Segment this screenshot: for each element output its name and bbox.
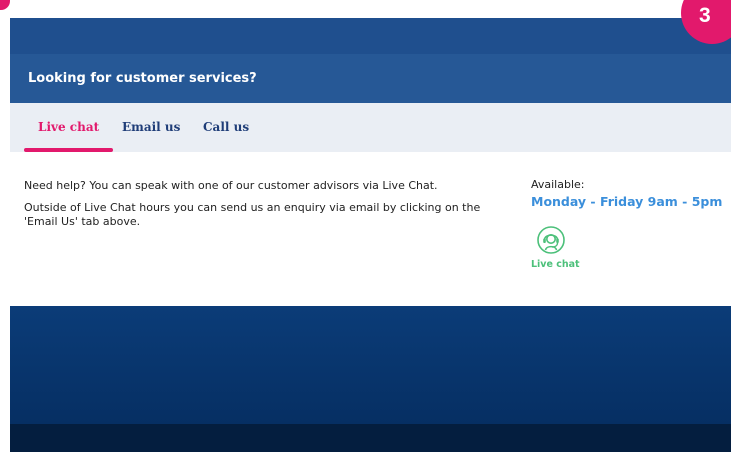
footer-bottom-bar [10,424,731,452]
headset-icon [537,226,565,254]
contact-tabs: Live chat Email us Call us [10,103,731,152]
tab-call-us[interactable]: Call us [203,103,249,152]
live-chat-button[interactable]: Live chat [531,225,580,281]
step-number: 3 [699,4,711,27]
page-footer [10,306,731,424]
availability-hours: Monday - Friday 9am - 5pm [531,194,723,209]
live-chat-panel: Need help? You can speak with one of our… [10,152,731,306]
top-banner [10,18,731,54]
help-text: Need help? You can speak with one of our… [24,179,438,192]
availability-label: Available: [531,178,585,191]
tab-live-chat[interactable]: Live chat [23,103,114,152]
tab-email-us[interactable]: Email us [122,103,180,152]
live-chat-button-label: Live chat [531,259,580,270]
out-of-hours-text: Outside of Live Chat hours you can send … [24,201,481,228]
corner-step-marker [0,0,10,10]
panel-title: Looking for customer services? [28,71,257,86]
customer-services-panel: Looking for customer services? Live chat… [10,18,731,452]
customer-services-header: Looking for customer services? [10,54,731,103]
